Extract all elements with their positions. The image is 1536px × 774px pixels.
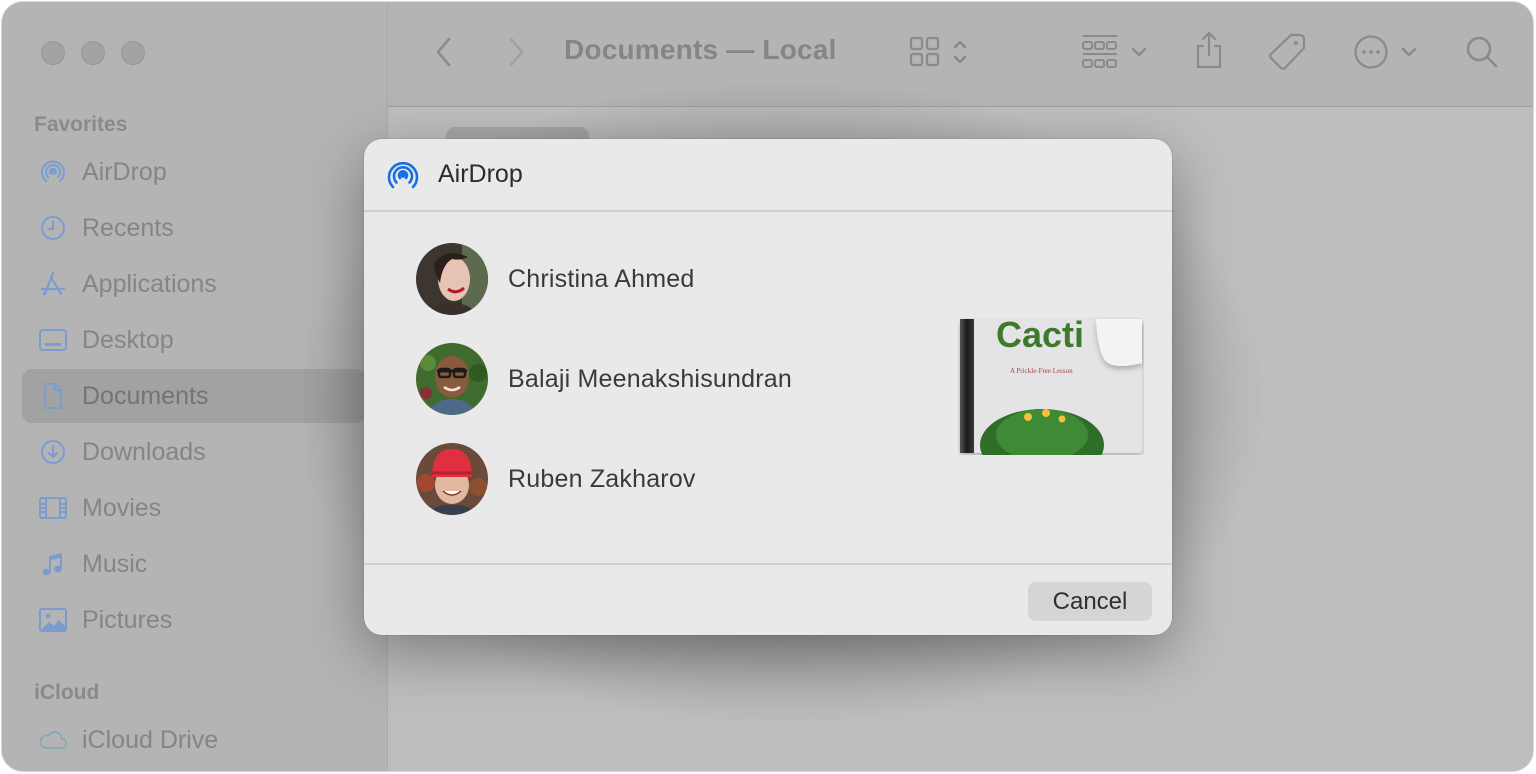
sidebar-item-label: Recents: [82, 213, 174, 242]
group-icon: [1081, 34, 1119, 75]
airdrop-recipient[interactable]: Christina Ahmed: [416, 243, 694, 315]
avatar: [416, 243, 488, 315]
share-button[interactable]: [1188, 30, 1230, 74]
sidebar-section-icloud: iCloud: [34, 681, 100, 704]
dialog-header: AirDrop: [364, 139, 1172, 212]
sidebar-item-label: Music: [82, 549, 148, 578]
avatar: [416, 443, 488, 515]
forward-button[interactable]: [500, 36, 532, 72]
chevron-down-icon: [1131, 45, 1147, 63]
sidebar-item-label: Desktop: [82, 325, 174, 354]
sidebar-item-label: iCloud Drive: [82, 725, 219, 754]
dialog-title: AirDrop: [438, 160, 523, 188]
photo-icon: [38, 605, 68, 635]
tag-icon: [1267, 32, 1307, 77]
applications-icon: [38, 269, 68, 299]
sidebar-item-label: Pictures: [82, 605, 173, 634]
desktop-icon: [38, 325, 68, 355]
minimize-window-button[interactable]: [81, 41, 105, 65]
sidebar-section-favorites: Favorites: [34, 113, 128, 136]
view-mode-button[interactable]: [900, 36, 976, 72]
close-window-button[interactable]: [41, 41, 65, 65]
chevron-down-icon: [1401, 45, 1417, 63]
zoom-window-button[interactable]: [121, 41, 145, 65]
file-preview-thumbnail: Cacti A Prickle-Free Lesson: [958, 314, 1144, 481]
clock-icon: [38, 213, 68, 243]
avatar: [416, 343, 488, 415]
window-title: Documents — Local: [564, 34, 837, 65]
ellipsis-circle-icon: [1353, 34, 1389, 75]
recipient-name: Ruben Zakharov: [508, 464, 696, 493]
sidebar-item-label: AirDrop: [82, 157, 167, 186]
cancel-button[interactable]: Cancel: [1028, 582, 1152, 621]
download-icon: [38, 437, 68, 467]
cloud-icon: [38, 725, 68, 755]
share-icon: [1193, 30, 1225, 75]
film-icon: [38, 493, 68, 523]
chevron-left-icon: [434, 36, 454, 73]
recipient-name: Christina Ahmed: [508, 264, 695, 293]
airdrop-recipient[interactable]: Ruben Zakharov: [416, 443, 696, 515]
recipient-name: Balaji Meenakshisundran: [508, 364, 792, 393]
chevron-updown-icon: [952, 36, 968, 73]
sidebar-item-label: Downloads: [82, 437, 206, 466]
sidebar-item-label: Applications: [82, 269, 217, 298]
book-subtitle: A Prickle-Free Lesson: [1010, 367, 1073, 375]
chevron-right-icon: [506, 36, 526, 73]
search-button[interactable]: [1462, 34, 1502, 74]
sidebar-item-label: Documents: [82, 381, 209, 410]
back-button[interactable]: [428, 36, 460, 72]
book-title: Cacti: [996, 317, 1084, 355]
airdrop-recipient[interactable]: Balaji Meenakshisundran: [416, 343, 792, 415]
airdrop-icon: [38, 157, 68, 187]
sidebar-item-label: Movies: [82, 493, 162, 522]
grid-icon: [908, 35, 942, 74]
search-icon: [1465, 35, 1499, 74]
airdrop-dialog: AirDrop Christina Ahmed Balaji Meenakshi…: [364, 139, 1172, 635]
document-icon: [38, 381, 68, 411]
tags-button[interactable]: [1264, 32, 1310, 76]
music-note-icon: [38, 549, 68, 579]
airdrop-icon: [384, 156, 422, 199]
sidebar-item-icloud-drive[interactable]: iCloud Drive: [22, 713, 365, 767]
group-by-button[interactable]: [1076, 34, 1152, 74]
more-actions-button[interactable]: [1350, 34, 1420, 74]
dialog-footer: Cancel: [364, 563, 1172, 635]
